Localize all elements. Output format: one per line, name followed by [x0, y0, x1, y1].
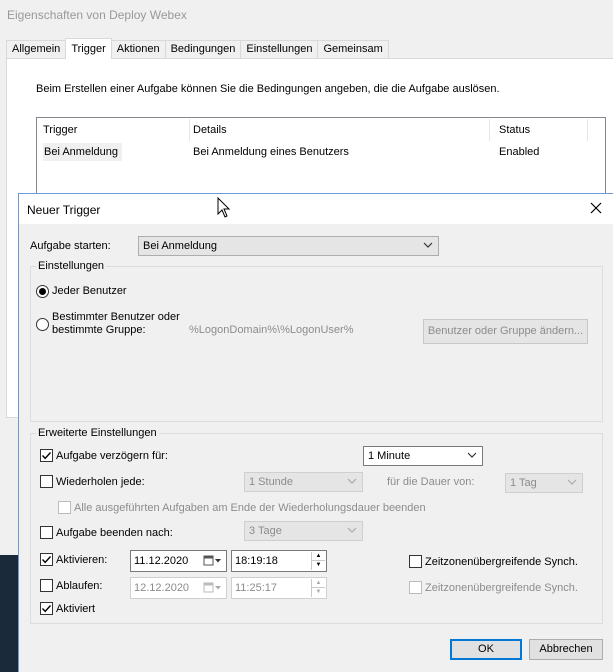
stop-all-label: Alle ausgeführten Aufgaben am Ende der W…: [74, 502, 426, 514]
new-trigger-dialog: Neuer Trigger Aufgabe starten: Bei Anmel…: [18, 193, 613, 672]
expire-sync-label: Zeitzonenübergreifende Synch.: [425, 582, 578, 594]
close-icon[interactable]: [587, 199, 605, 219]
expire-time-spinner[interactable]: ▲ ▼: [311, 579, 325, 597]
settings-group-title: Einstellungen: [36, 260, 107, 273]
repeat-duration-select[interactable]: 1 Tag: [505, 473, 583, 493]
chevron-down-icon: [423, 242, 433, 248]
enabled-checkbox[interactable]: [40, 602, 53, 615]
start-task-select[interactable]: Bei Anmeldung: [138, 236, 439, 256]
advanced-settings-title: Erweiterte Einstellungen: [36, 427, 159, 440]
activate-sync-label[interactable]: Zeitzonenübergreifende Synch.: [425, 556, 578, 568]
tab-allgemein[interactable]: Allgemein: [6, 40, 67, 59]
expire-label[interactable]: Ablaufen:: [56, 580, 102, 592]
spin-up-icon[interactable]: ▲: [312, 552, 325, 561]
stop-after-select[interactable]: 3 Tage: [244, 521, 363, 541]
repeat-checkbox[interactable]: [40, 475, 53, 488]
cancel-button[interactable]: Abbrechen: [529, 639, 603, 660]
tab-bedingungen[interactable]: Bedingungen: [164, 40, 242, 59]
any-user-label[interactable]: Jeder Benutzer: [52, 285, 127, 297]
delay-select[interactable]: 1 Minute: [363, 446, 483, 466]
chevron-down-icon: [347, 478, 357, 484]
column-header-details[interactable]: Details: [187, 119, 490, 141]
expire-time-field[interactable]: 11:25:17 ▲ ▼: [231, 577, 327, 599]
table-row-trigger-cell[interactable]: Bei Anmeldung: [43, 143, 122, 161]
calendar-dropdown-icon[interactable]: [203, 555, 223, 567]
trigger-description: Beim Erstellen einer Aufgabe können Sie …: [36, 83, 500, 95]
column-header-trigger[interactable]: Trigger: [37, 119, 190, 141]
stop-after-checkbox[interactable]: [40, 526, 53, 539]
spin-down-icon[interactable]: ▼: [312, 561, 325, 570]
delay-checkbox[interactable]: [40, 449, 53, 462]
chevron-down-icon: [567, 479, 577, 485]
expire-date-field[interactable]: 12.12.2020: [130, 577, 227, 599]
tab-gemeinsam[interactable]: Gemeinsam: [317, 40, 389, 59]
delay-label[interactable]: Aufgabe verzögern für:: [56, 450, 168, 462]
mouse-cursor-icon: [217, 197, 231, 218]
activate-sync-checkbox[interactable]: [409, 555, 422, 568]
tab-trigger[interactable]: Trigger: [65, 38, 112, 59]
enabled-label[interactable]: Aktiviert: [56, 603, 95, 615]
checkmark-icon: [41, 605, 52, 613]
ok-button[interactable]: OK: [450, 639, 522, 660]
activate-time-value: 18:19:18: [235, 555, 278, 567]
activate-date-field[interactable]: 11.12.2020: [130, 550, 227, 572]
activate-time-field[interactable]: 18:19:18 ▲ ▼: [231, 550, 327, 572]
repeat-interval-value: 1 Stunde: [249, 476, 294, 488]
chevron-down-icon: [467, 452, 477, 458]
desktop-background-strip: [0, 555, 18, 672]
checkmark-icon: [41, 452, 52, 460]
table-row-details-cell[interactable]: Bei Anmeldung eines Benutzers: [187, 143, 349, 161]
tab-strip: Allgemein Trigger Aktionen Bedingungen E…: [6, 38, 389, 59]
radio-selected-dot: [39, 288, 46, 295]
chevron-down-icon: [347, 527, 357, 533]
repeat-duration-value: 1 Tag: [510, 477, 537, 489]
activate-label[interactable]: Aktivieren:: [56, 554, 107, 566]
repeat-interval-select[interactable]: 1 Stunde: [244, 472, 363, 492]
any-user-radio[interactable]: [36, 285, 49, 298]
activate-date-value: 11.12.2020: [134, 555, 189, 567]
specific-user-radio[interactable]: [36, 318, 49, 331]
stop-after-label[interactable]: Aufgabe beenden nach:: [56, 527, 173, 539]
background-window-title: Eigenschaften von Deploy Webex: [7, 8, 187, 22]
specific-user-label-line2[interactable]: bestimmte Gruppe:: [52, 324, 146, 336]
checkmark-icon: [41, 556, 52, 564]
expire-date-value: 12.12.2020: [134, 582, 190, 594]
delay-value: 1 Minute: [368, 450, 411, 462]
change-user-button[interactable]: Benutzer oder Gruppe ändern...: [423, 319, 588, 344]
activate-checkbox[interactable]: [40, 553, 53, 566]
stop-after-value: 3 Tage: [249, 525, 282, 537]
calendar-dropdown-icon[interactable]: [203, 582, 223, 594]
spin-down-icon[interactable]: ▼: [312, 588, 325, 597]
spin-up-icon[interactable]: ▲: [312, 579, 325, 588]
tab-aktionen[interactable]: Aktionen: [110, 40, 166, 59]
repeat-label[interactable]: Wiederholen jede:: [56, 476, 145, 488]
specific-user-label-line1[interactable]: Bestimmter Benutzer oder: [52, 311, 180, 323]
stop-all-checkbox[interactable]: [58, 501, 71, 514]
expire-sync-checkbox[interactable]: [409, 581, 422, 594]
table-row-status-cell[interactable]: Enabled: [493, 143, 539, 161]
expire-checkbox[interactable]: [40, 579, 53, 592]
start-task-value: Bei Anmeldung: [143, 240, 217, 252]
dialog-title: Neuer Trigger: [27, 203, 101, 217]
user-value-text: %LogonDomain%\%LogonUser%: [189, 324, 354, 336]
expire-time-value: 11:25:17: [235, 582, 278, 594]
dialog-titlebar: Neuer Trigger: [19, 194, 613, 224]
column-header-status[interactable]: Status: [493, 119, 588, 141]
activate-time-spinner[interactable]: ▲ ▼: [311, 552, 325, 570]
start-task-label: Aufgabe starten:: [30, 240, 111, 252]
tab-einstellungen[interactable]: Einstellungen: [240, 40, 319, 59]
repeat-duration-label: für die Dauer von:: [387, 476, 475, 488]
